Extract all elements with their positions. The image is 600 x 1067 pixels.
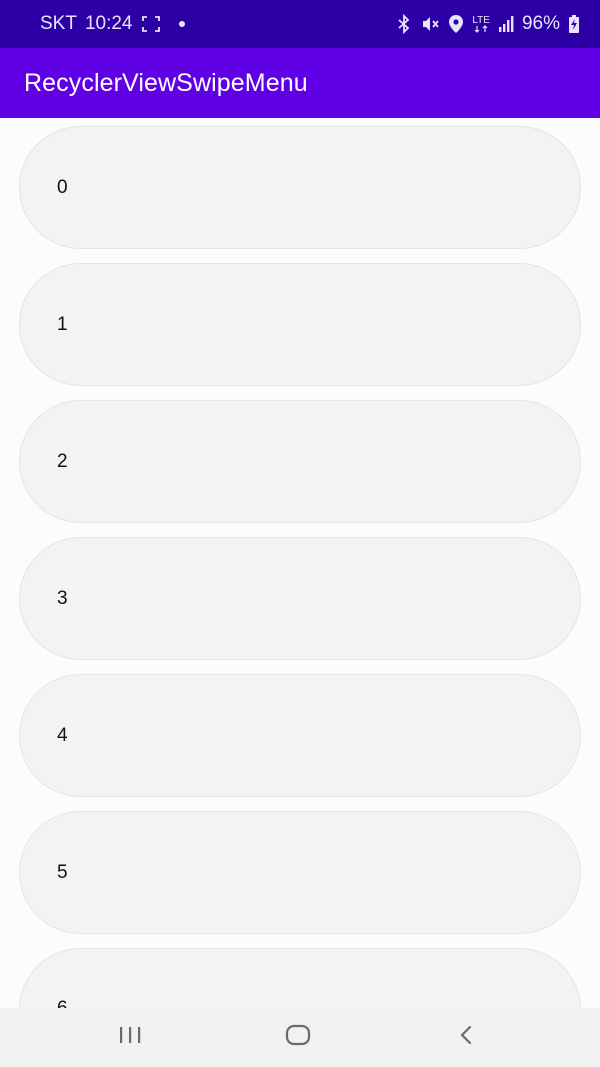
app-title: RecyclerViewSwipeMenu	[24, 68, 308, 97]
back-icon	[458, 1024, 474, 1051]
list-item[interactable]: 1	[19, 263, 581, 386]
home-button[interactable]	[258, 1008, 338, 1067]
navigation-bar	[0, 1008, 600, 1067]
notification-dot-icon	[178, 21, 185, 27]
list-item[interactable]: 6	[19, 948, 581, 1008]
carrier-label: SKT	[40, 13, 77, 34]
signal-icon	[498, 15, 514, 33]
list-item-label: 0	[57, 176, 68, 198]
battery-percentage: 96%	[521, 13, 560, 34]
list-item-label: 4	[57, 724, 68, 746]
bluetooth-icon	[396, 14, 412, 34]
app-bar: RecyclerViewSwipeMenu	[0, 48, 600, 118]
list-item[interactable]: 3	[19, 537, 581, 660]
lte-label: LTE	[472, 14, 490, 26]
list-item[interactable]: 0	[19, 126, 581, 249]
list-item-label: 6	[57, 997, 68, 1009]
list-item[interactable]: 5	[19, 811, 581, 934]
recents-button[interactable]	[90, 1008, 170, 1067]
mute-icon	[420, 14, 440, 34]
screenshot-icon	[141, 15, 161, 33]
back-button[interactable]	[426, 1008, 506, 1067]
status-bar-right: LTE 96%	[396, 0, 580, 48]
list-item[interactable]: 4	[19, 674, 581, 797]
recycler-list[interactable]: 0 1 2 3 4 5 6	[0, 118, 600, 1008]
recents-icon	[118, 1025, 142, 1050]
list-item-label: 2	[57, 450, 68, 472]
home-icon	[285, 1024, 311, 1051]
lte-icon: LTE	[472, 14, 490, 33]
status-bar-left: SKT 10:24	[40, 0, 185, 48]
location-icon	[448, 14, 464, 34]
list-item-label: 1	[57, 313, 68, 335]
list-item-label: 3	[57, 587, 68, 609]
screen: SKT 10:24 LTE 96% RecyclerViewSwipeMenu …	[0, 0, 600, 1067]
clock: 10:24	[84, 13, 133, 34]
status-bar: SKT 10:24 LTE 96%	[0, 0, 600, 48]
list-item[interactable]: 2	[19, 400, 581, 523]
list-item-label: 5	[57, 861, 68, 883]
battery-charging-icon	[568, 14, 580, 34]
